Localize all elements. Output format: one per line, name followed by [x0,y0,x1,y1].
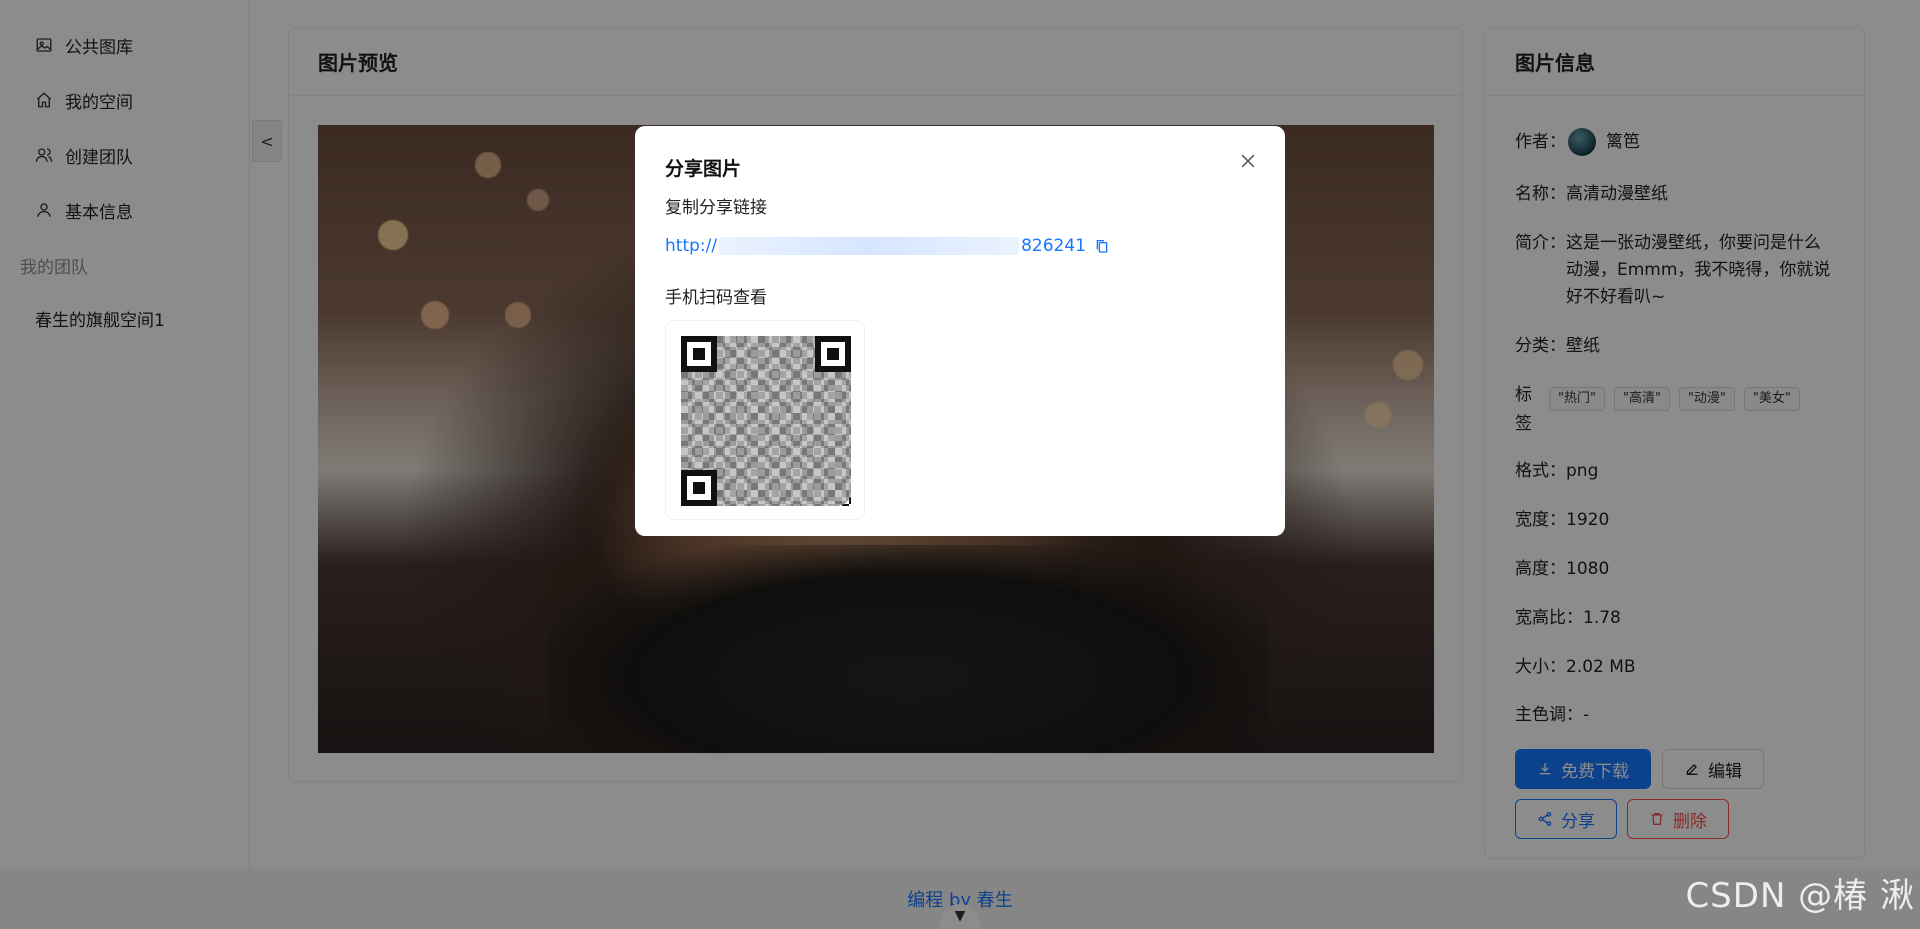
share-link[interactable]: http:// 826241 [665,236,1255,256]
qr-finder [815,336,851,372]
share-link-redacted [719,237,1020,255]
copy-link-label: 复制分享链接 [665,198,767,218]
copy-icon[interactable] [1094,238,1110,254]
watermark: CSDN @椿 湫 [1685,876,1915,916]
share-modal: 分享图片 复制分享链接 http:// 826241 手机扫码查看 [635,126,1285,536]
modal-title: 分享图片 [665,158,742,180]
qr-finder [681,336,717,372]
qr-finder [681,470,717,506]
share-link-prefix: http:// [665,236,718,256]
qr-label: 手机扫码查看 [665,288,767,308]
qr-code-box [665,320,865,520]
qr-code-image [681,336,851,506]
share-link-suffix: 826241 [1021,236,1086,256]
close-icon[interactable] [1235,148,1261,174]
